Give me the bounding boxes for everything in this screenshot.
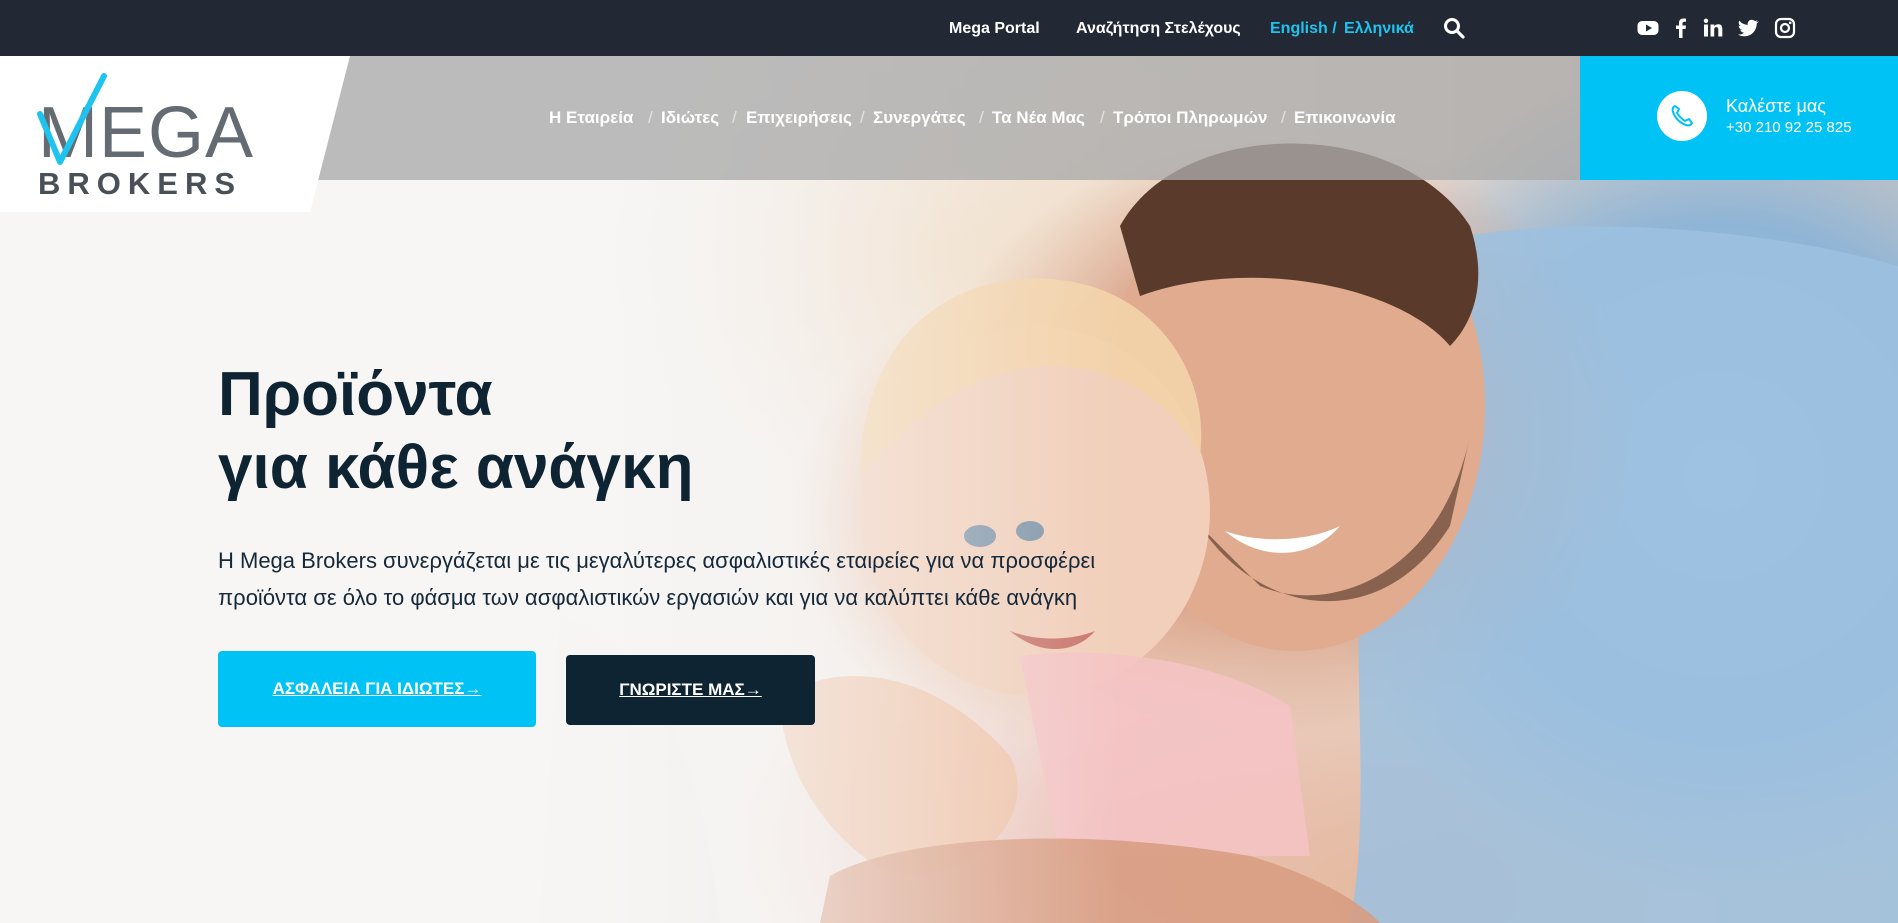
nav-item-businesses[interactable]: Επιχειρήσεις <box>746 108 852 128</box>
nav-separator: / <box>1281 108 1286 127</box>
nav-separator: / <box>648 108 653 127</box>
call-us-block[interactable] <box>1580 56 1898 180</box>
hero-headline-line-2: για κάθε ανάγκη <box>218 433 694 502</box>
private-insurance-button[interactable]: ΑΣΦΑΛΕΙΑ ΓΙΑ ΙΔΙΩΤΕΣ→ <box>218 651 536 727</box>
search-icon[interactable] <box>1443 17 1465 39</box>
get-to-know-us-button[interactable]: ΓΝΩΡΙΣΤΕ ΜΑΣ→ <box>566 655 815 725</box>
call-us-label: Καλέστε μας <box>1726 96 1826 116</box>
language-greek-link[interactable]: Ελληνικά <box>1344 20 1414 38</box>
hero-lead-text: Η Mega Brokers συνεργάζεται με τις μεγαλ… <box>218 548 1096 610</box>
mega-portal-link[interactable]: Mega Portal <box>949 20 1040 38</box>
nav-separator: / <box>1100 108 1105 127</box>
nav-item-news[interactable]: Τα Νέα Μας <box>992 108 1085 128</box>
twitter-icon[interactable] <box>1737 17 1759 39</box>
top-bar: Mega Portal Αναζήτηση Στελέχους English … <box>0 0 1898 56</box>
logo-text-brokers: BROKERS <box>38 166 243 201</box>
call-us-number[interactable]: +30 210 92 25 825 <box>1726 119 1852 136</box>
nav-item-individuals[interactable]: Ιδιώτες <box>661 108 719 128</box>
youtube-icon[interactable] <box>1637 17 1659 39</box>
nav-item-company[interactable]: Η Εταιρεία <box>549 108 633 128</box>
nav-separator: / <box>732 108 737 127</box>
facebook-icon[interactable] <box>1670 17 1692 39</box>
hero-headline: Προϊόντα για κάθε ανάγκη <box>218 358 693 504</box>
nav-separator: / <box>860 108 865 127</box>
hero-headline-line-1: Προϊόντα <box>218 360 493 429</box>
phone-icon-circle[interactable] <box>1657 91 1707 141</box>
nav-item-partners[interactable]: Συνεργάτες <box>873 108 966 128</box>
instagram-icon[interactable] <box>1774 17 1796 39</box>
language-english-link[interactable]: English / <box>1270 20 1337 38</box>
nav-separator: / <box>979 108 984 127</box>
nav-item-payment-methods[interactable]: Τρόποι Πληρωμών <box>1113 108 1267 128</box>
search-executive-link[interactable]: Αναζήτηση Στελέχους <box>1076 20 1241 38</box>
nav-item-contact[interactable]: Επικοινωνία <box>1294 108 1396 128</box>
phone-icon <box>1671 105 1693 127</box>
linkedin-icon[interactable] <box>1702 17 1724 39</box>
logo-checkmark-icon <box>37 73 107 165</box>
